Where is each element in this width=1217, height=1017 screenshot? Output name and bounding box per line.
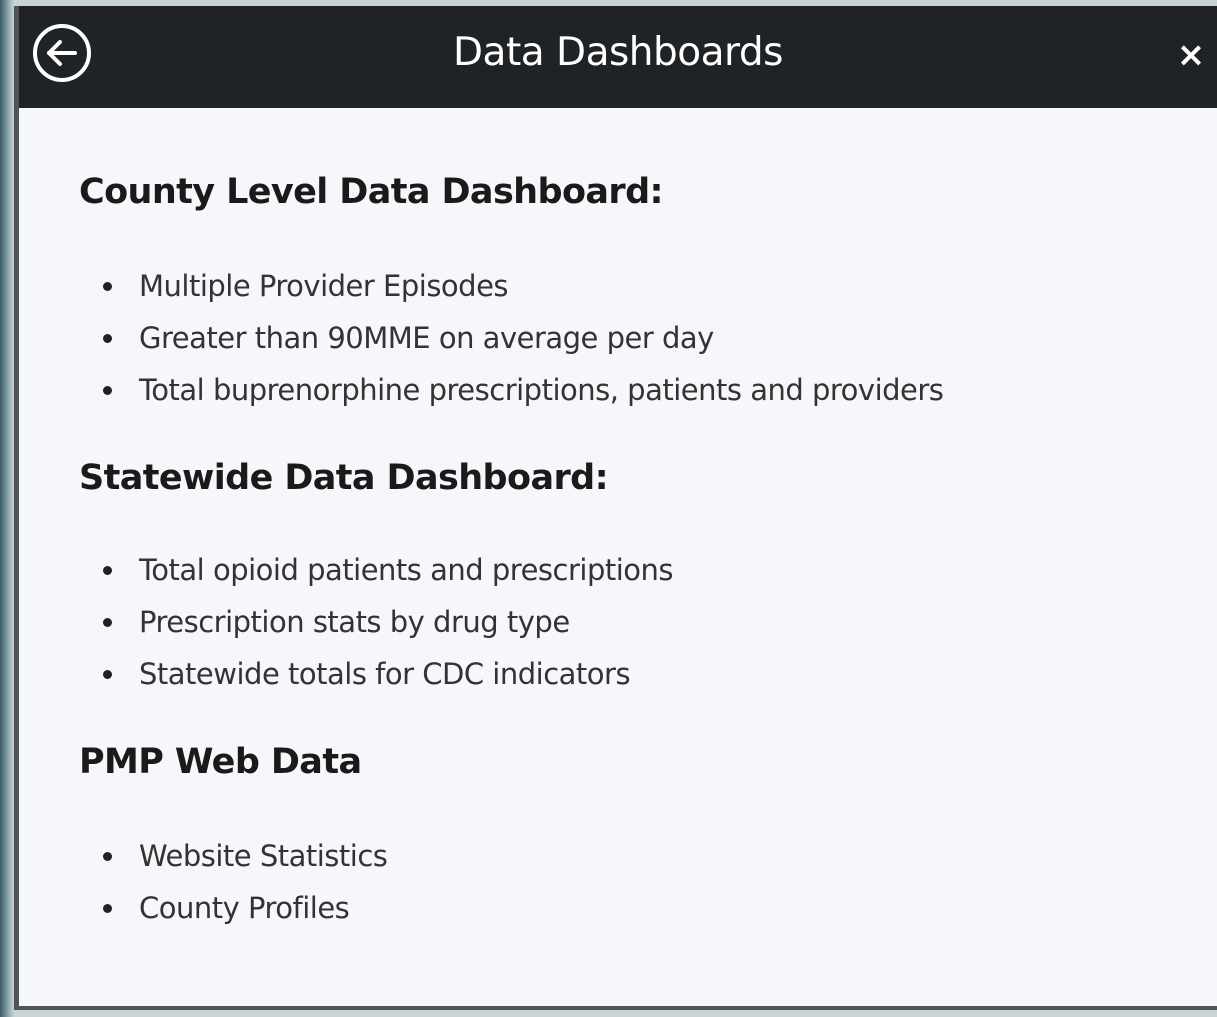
list-item-text: Multiple Provider Episodes [139,269,509,303]
list-item: Multiple Provider Episodes [79,260,943,312]
list-item: Prescription stats by drug type [79,596,673,648]
bullet-list: Total opioid patients and prescriptions … [79,544,674,700]
list-item-text: Total opioid patients and prescriptions [139,553,674,587]
bullet-icon [103,852,112,861]
bullet-icon [103,670,112,679]
section-heading: Statewide Data Dashboard: [79,458,609,498]
bullet-icon [103,618,112,627]
list-item: Greater than 90MME on average per day [79,312,943,364]
list-item-text: County Profiles [139,891,350,925]
data-dashboards-dialog: Data Dashboards × County Level Data Dash… [14,6,1217,1010]
list-item-text: Greater than 90MME on average per day [139,321,714,355]
list-item-text: Website Statistics [139,839,388,873]
bullet-icon [103,282,112,291]
section-heading: County Level Data Dashboard: [79,172,664,212]
list-item-text: Prescription stats by drug type [139,605,570,639]
bullet-icon [103,386,112,395]
list-item-text: Statewide totals for CDC indicators [139,657,631,691]
bullet-list: Multiple Provider Episodes Greater than … [79,260,944,416]
list-item: Total buprenorphine prescriptions, patie… [79,364,944,416]
list-item: County Profiles [79,882,387,934]
list-item-text: Total buprenorphine prescriptions, patie… [139,373,944,407]
bullet-icon [103,334,112,343]
bullet-list: Website Statistics County Profiles [79,830,388,934]
bullet-icon [103,566,112,575]
close-button[interactable]: × [1171,32,1211,78]
list-item: Total opioid patients and prescriptions [79,544,674,596]
list-item: Statewide totals for CDC indicators [79,648,673,700]
bullet-icon [103,904,112,913]
list-item: Website Statistics [79,830,388,882]
dialog-title: Data Dashboards [453,30,783,75]
dialog-header: Data Dashboards × [19,6,1217,108]
section-heading: PMP Web Data [79,742,362,782]
